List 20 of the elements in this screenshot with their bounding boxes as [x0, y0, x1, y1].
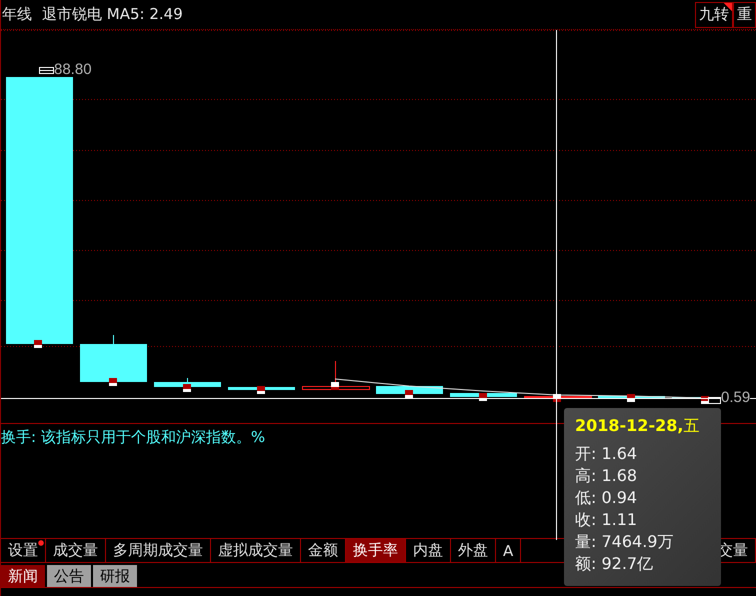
tooltip-value: 开: 1.64	[575, 443, 638, 465]
tooltip-value: 额: 92.7亿	[575, 553, 654, 575]
tooltip-value: 高: 1.68	[575, 465, 638, 487]
low-price-label: 0.59	[721, 390, 750, 405]
tooltip-value: 量: 7464.9万	[575, 531, 674, 553]
indicator-caption: 换手: 该指标只用于个股和沪深指数。%	[1, 427, 266, 447]
indicator-tab[interactable]: 换手率	[346, 539, 406, 562]
tooltip-value: 收: 1.11	[575, 509, 638, 531]
chart-title: 退市锐电 MA5: 2.49	[42, 5, 183, 24]
toolbar-button[interactable]: 九转	[695, 2, 733, 28]
period-label: 年线	[2, 5, 32, 24]
flag-icon	[708, 397, 721, 404]
news-tab[interactable]: 公告	[47, 565, 91, 587]
news-tab[interactable]: 新闻	[1, 565, 45, 587]
toolbar-button[interactable]: 重	[733, 2, 756, 28]
news-tab[interactable]: 研报	[93, 565, 137, 587]
high-price-label: 88.80	[54, 61, 92, 78]
tooltip-value: 低: 0.94	[575, 487, 638, 509]
flag-icon	[39, 67, 54, 74]
tooltip-date: 2018-12-28,五	[575, 416, 700, 437]
